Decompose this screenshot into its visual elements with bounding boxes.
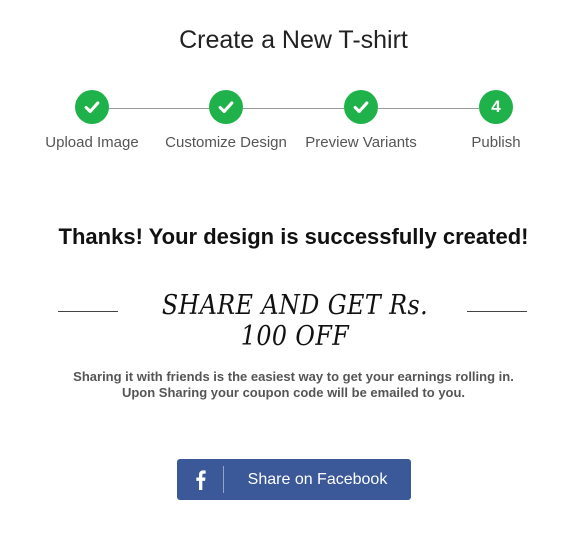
share-heading-row: SHARE AND GET Rs. 100 OFF bbox=[0, 290, 566, 352]
step-label-publish: Publish bbox=[471, 134, 521, 151]
step-label-preview-variants: Preview Variants bbox=[305, 134, 417, 151]
step-connector bbox=[108, 108, 209, 109]
success-message: Thanks! Your design is successfully crea… bbox=[58, 224, 529, 249]
check-icon bbox=[353, 101, 369, 114]
step-connector bbox=[378, 108, 479, 109]
facebook-icon bbox=[177, 459, 223, 500]
divider-line-right bbox=[467, 311, 527, 312]
facebook-f-glyph bbox=[195, 469, 206, 490]
share-offer-heading: SHARE AND GET Rs. 100 OFF bbox=[161, 290, 429, 352]
step-4-number-badge: 4 bbox=[479, 90, 513, 124]
description-line-2: Upon Sharing your coupon code will be em… bbox=[121, 385, 466, 400]
step-label-customize-design: Customize Design bbox=[165, 134, 287, 151]
check-icon bbox=[84, 101, 100, 114]
description-line-1: Sharing it with friends is the easiest w… bbox=[73, 369, 514, 384]
share-on-facebook-button[interactable]: Share on Facebook bbox=[177, 459, 411, 500]
divider-line-left bbox=[58, 311, 118, 312]
share-description: Sharing it with friends is the easiest w… bbox=[0, 369, 566, 401]
progress-stepper: 4 Upload Image Customize Design Preview … bbox=[0, 90, 566, 160]
step-2-complete-badge bbox=[209, 90, 243, 124]
step-1-complete-badge bbox=[75, 90, 109, 124]
step-label-upload-image: Upload Image bbox=[45, 134, 139, 151]
step-3-complete-badge bbox=[344, 90, 378, 124]
page-title: Create a New T-shirt bbox=[179, 26, 408, 54]
check-icon bbox=[218, 101, 234, 114]
share-button-label: Share on Facebook bbox=[247, 471, 388, 488]
step-connector bbox=[243, 108, 344, 109]
